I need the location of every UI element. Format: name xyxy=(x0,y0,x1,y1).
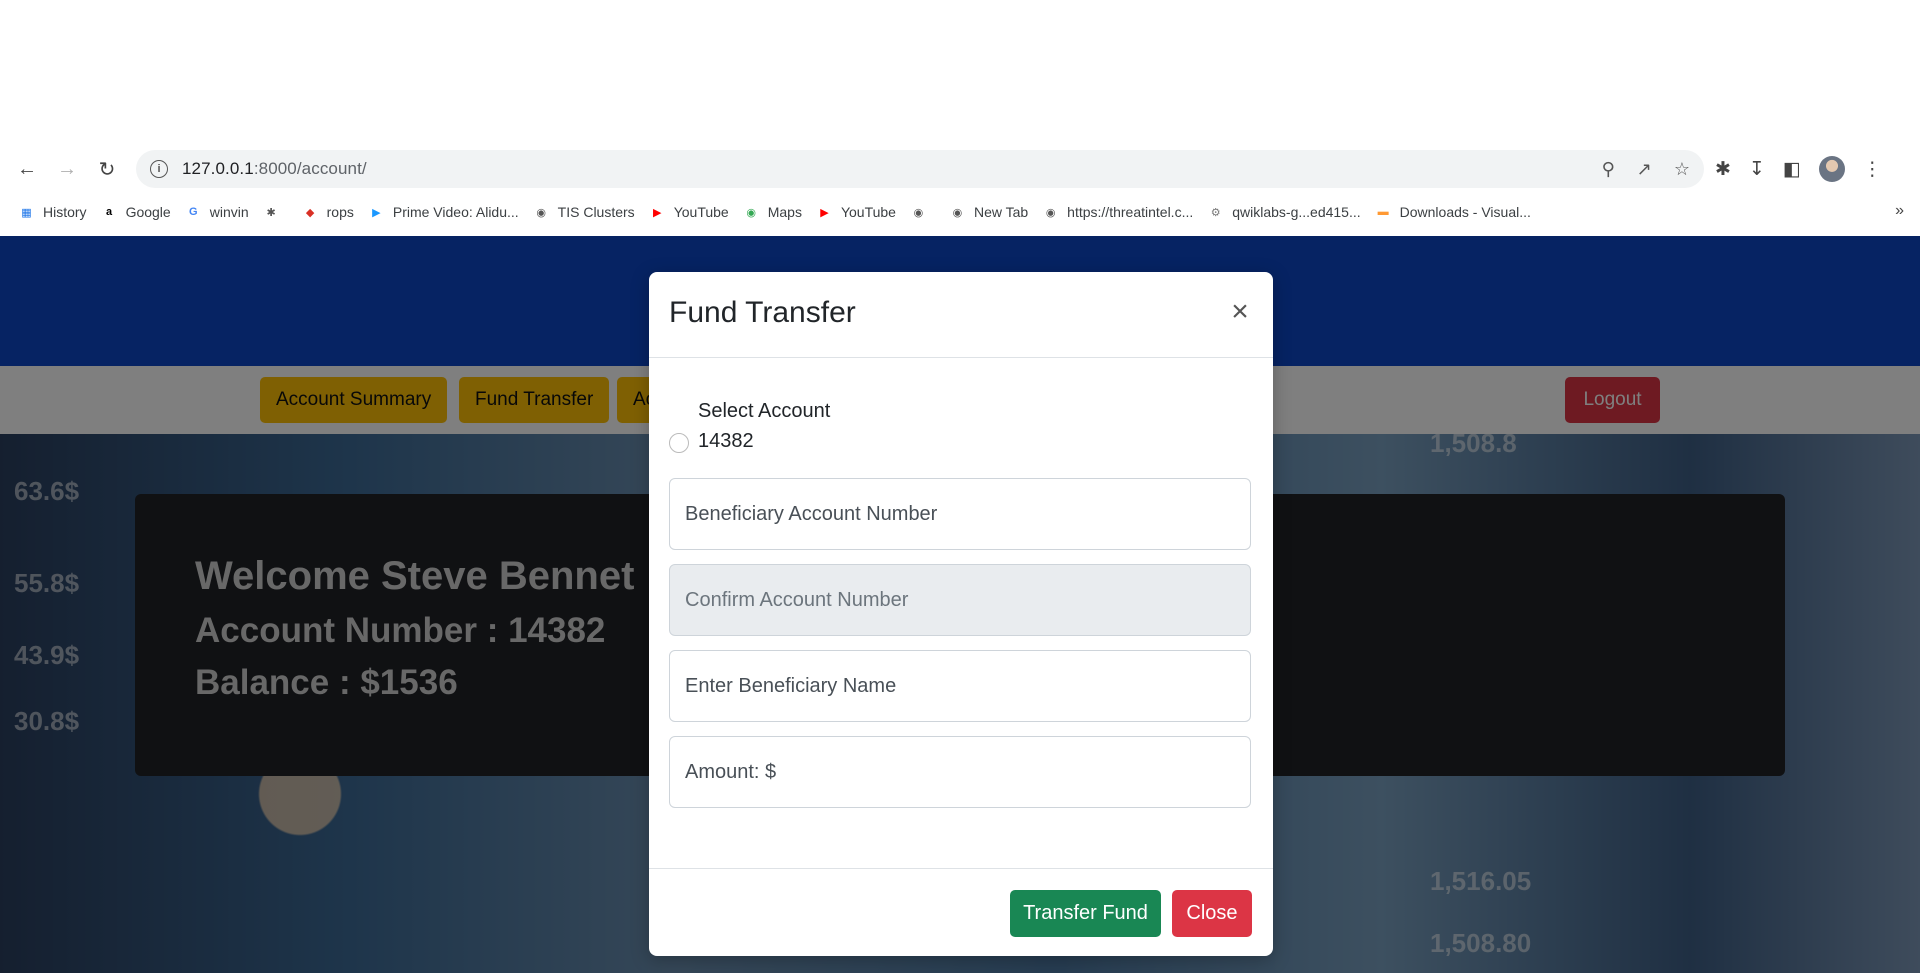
bookmark-item[interactable]: ◉ Maps xyxy=(743,204,802,221)
window-top xyxy=(0,0,1920,148)
account-radio-label[interactable]: 14382 xyxy=(698,430,754,453)
bookmark-item[interactable]: ◉ New Tab xyxy=(949,204,1029,221)
modal-footer: Transfer Fund Close xyxy=(649,868,1273,956)
bookmark-label: rops xyxy=(326,204,354,220)
youtube-icon: ▶ xyxy=(652,206,662,219)
prime-video-icon: ▶ xyxy=(372,206,381,219)
bookmarks-overflow-icon[interactable]: » xyxy=(1895,202,1904,220)
bookmark-label: Prime Video: Alidu... xyxy=(392,204,519,220)
confirm-account-input[interactable] xyxy=(669,564,1251,636)
puzzle-icon: ✱ xyxy=(266,206,276,219)
bookmark-label: History xyxy=(43,204,87,220)
youtube-icon: ▶ xyxy=(820,206,829,219)
bookmark-item[interactable]: ▶ YouTube xyxy=(816,204,896,221)
side-panel-icon[interactable]: ◧ xyxy=(1783,158,1801,181)
bookmark-item[interactable]: ▦ History xyxy=(18,204,87,221)
fund-transfer-modal: Fund Transfer × Select Account 14382 Tra… xyxy=(649,272,1273,956)
bookmark-item[interactable]: ◉ xyxy=(910,204,935,221)
close-button[interactable]: Close xyxy=(1172,890,1252,937)
transfer-fund-button[interactable]: Transfer Fund xyxy=(1010,890,1161,937)
bookmark-item[interactable]: ◉ TIS Clusters xyxy=(533,204,635,221)
globe-icon: ◉ xyxy=(536,206,546,219)
bookmark-item[interactable]: ▶ YouTube xyxy=(649,204,729,221)
reload-icon[interactable]: ↻ xyxy=(87,151,127,187)
bookmark-label: New Tab xyxy=(973,204,1029,220)
globe-icon: ◉ xyxy=(952,206,963,219)
account-radio[interactable] xyxy=(669,433,689,453)
india-flag-icon: ▬ xyxy=(1377,206,1389,218)
bookmark-label: https://threatintel.c... xyxy=(1067,204,1194,220)
url-text[interactable]: 127.0.0.1:8000/account/ xyxy=(182,159,367,179)
beneficiary-account-input[interactable] xyxy=(669,478,1251,550)
modal-title: Fund Transfer xyxy=(669,296,856,329)
bookmark-item[interactable]: ▶ Prime Video: Alidu... xyxy=(368,204,519,221)
key-icon[interactable]: ⚲ xyxy=(1602,159,1615,180)
address-bar[interactable]: i 127.0.0.1:8000/account/ ⚲ ↗ ☆ xyxy=(136,150,1704,188)
gear-icon: ⚙ xyxy=(1210,206,1221,219)
bookmark-item[interactable]: ⚙ qwiklabs-g...ed415... xyxy=(1207,204,1361,221)
bookmark-label: YouTube xyxy=(840,204,896,220)
browser-toolbar: ← → ↻ i 127.0.0.1:8000/account/ ⚲ ↗ ☆ ✱ … xyxy=(0,148,1920,190)
star-icon[interactable]: ☆ xyxy=(1674,159,1690,180)
amount-input[interactable] xyxy=(669,736,1251,808)
back-arrow-icon[interactable]: ← xyxy=(7,151,47,187)
close-icon[interactable]: × xyxy=(1225,297,1255,328)
google-sheets-icon: ▦ xyxy=(21,206,32,219)
bookmark-label: YouTube xyxy=(673,204,729,220)
bookmark-item[interactable]: Gwinvin xyxy=(185,204,249,221)
amazon-icon: a xyxy=(106,206,113,218)
modal-header: Fund Transfer × xyxy=(649,272,1273,358)
bookmark-item[interactable]: a Google xyxy=(101,204,171,221)
maps-icon: ◉ xyxy=(746,206,756,219)
bookmark-label: Maps xyxy=(767,204,802,220)
url-path: :8000/account/ xyxy=(253,159,367,178)
bookmark-label: Downloads - Visual... xyxy=(1399,204,1531,220)
bookmark-label: qwiklabs-g...ed415... xyxy=(1232,204,1361,220)
download-icon[interactable]: ↧ xyxy=(1749,158,1765,181)
bookmark-label: Google xyxy=(125,204,171,220)
bookmark-label: winvin xyxy=(209,204,249,220)
globe-icon: ◉ xyxy=(913,206,924,219)
url-host: 127.0.0.1 xyxy=(182,159,254,178)
extensions-icon[interactable]: ✱ xyxy=(1715,158,1731,181)
bookmarks-bar: ▦ History a Google Gwinvin ✱ ◆ rops ▶ Prime Video… xyxy=(0,198,1920,226)
menu-dots-icon[interactable]: ⋮ xyxy=(1863,158,1882,181)
beneficiary-name-input[interactable] xyxy=(669,650,1251,722)
forward-arrow-icon[interactable]: → xyxy=(47,151,87,187)
bookmark-label: TIS Clusters xyxy=(557,204,635,220)
rops-icon: ◆ xyxy=(305,206,315,219)
google-icon: G xyxy=(188,206,198,218)
select-account-label: Select Account xyxy=(698,400,831,422)
profile-avatar[interactable] xyxy=(1818,156,1845,182)
bookmark-item[interactable]: ▬ Downloads - Visual... xyxy=(1375,204,1531,221)
share-icon[interactable]: ↗ xyxy=(1637,159,1652,180)
bookmark-item[interactable]: ✱ xyxy=(263,204,288,221)
globe-icon: ◉ xyxy=(1045,206,1056,219)
bookmark-item[interactable]: ◆ rops xyxy=(302,204,354,221)
bookmark-item[interactable]: ◉ https://threatintel.c... xyxy=(1042,204,1193,221)
site-info-icon[interactable]: i xyxy=(150,160,168,178)
